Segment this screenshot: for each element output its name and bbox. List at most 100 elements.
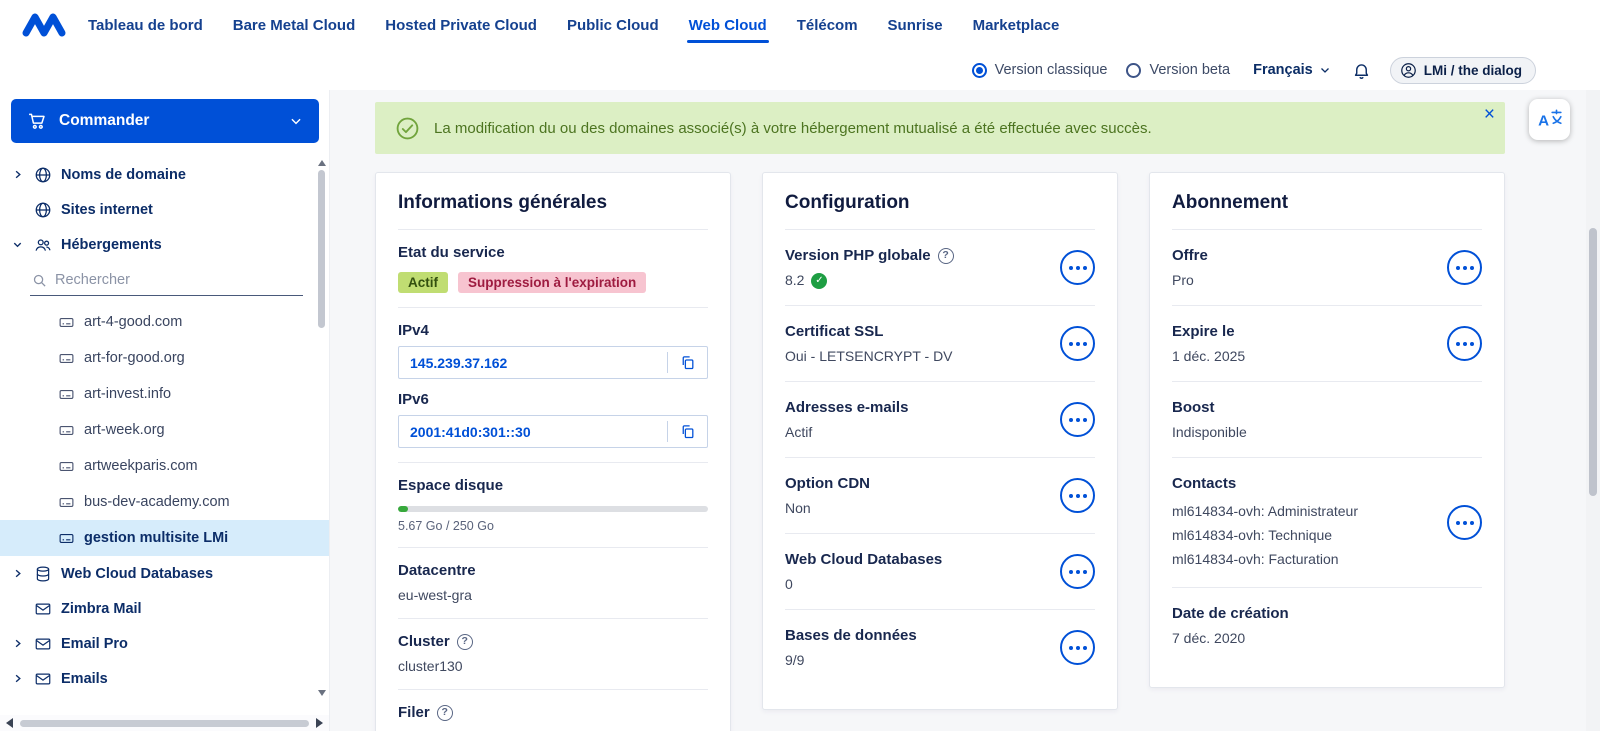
version-beta-radio[interactable]: Version beta: [1126, 62, 1230, 78]
card-title: Informations générales: [398, 173, 708, 230]
hosting-label: art-for-good.org: [84, 350, 185, 366]
nav-telecom[interactable]: Télécom: [797, 0, 858, 50]
server-icon: [58, 386, 75, 403]
sidebar-tree: Noms de domaine Sites internet Hébergeme…: [0, 157, 329, 696]
user-account-button[interactable]: LMi / the dialog: [1389, 56, 1536, 84]
help-icon[interactable]: ?: [937, 247, 954, 264]
sidebar-item-zimbra-mail[interactable]: Zimbra Mail: [0, 591, 329, 626]
search-input[interactable]: [55, 272, 265, 288]
offer-value: Pro: [1172, 272, 1194, 288]
nav-hosted-private-cloud[interactable]: Hosted Private Cloud: [385, 0, 537, 50]
scroll-right-arrow[interactable]: [316, 718, 323, 728]
datacentre-label: Datacentre: [398, 562, 476, 579]
page-scrollbar-thumb[interactable]: [1589, 228, 1597, 496]
help-icon[interactable]: ?: [456, 633, 473, 650]
hosting-item-art-for-good[interactable]: art-for-good.org: [0, 340, 329, 376]
contact-tech: ml614834-ovh: Technique: [1172, 527, 1333, 543]
webcloud-db-value: 0: [785, 576, 793, 592]
bell-icon: [1352, 61, 1371, 80]
ssl-value: Oui - LETSENCRYPT - DV: [785, 348, 953, 364]
sidebar-item-noms-de-domaine[interactable]: Noms de domaine: [0, 157, 329, 192]
offer-actions-menu-button[interactable]: [1447, 250, 1482, 285]
notifications-button[interactable]: [1352, 61, 1371, 80]
service-state-label: Etat du service: [398, 244, 505, 261]
copy-ipv4-button[interactable]: [667, 352, 696, 373]
sidebar-scroll-up-arrow[interactable]: [318, 160, 326, 166]
hosting-item-art-invest[interactable]: art-invest.info: [0, 376, 329, 412]
contacts-actions-menu-button[interactable]: [1447, 505, 1482, 540]
users-icon: [34, 236, 52, 254]
nav-tableau-de-bord[interactable]: Tableau de bord: [88, 0, 203, 50]
help-icon[interactable]: ?: [436, 704, 453, 721]
secondary-header: Version classique Version beta Français …: [0, 50, 1600, 90]
expiry-value: 1 déc. 2025: [1172, 348, 1246, 364]
version-classic-radio[interactable]: Version classique: [971, 62, 1108, 78]
card-title: Configuration: [785, 173, 1095, 230]
sidebar-item-sites-internet[interactable]: Sites internet: [0, 192, 329, 227]
banner-close-button[interactable]: ×: [1484, 104, 1495, 126]
emails-actions-menu-button[interactable]: [1060, 402, 1095, 437]
hosting-search: [30, 268, 303, 296]
ovh-logo[interactable]: [0, 11, 88, 39]
scroll-left-arrow[interactable]: [6, 718, 13, 728]
language-selector[interactable]: Français: [1253, 62, 1331, 78]
sidebar-item-label: Zimbra Mail: [61, 600, 142, 617]
server-icon: [58, 422, 75, 439]
disk-usage-bar: [398, 506, 708, 512]
hosting-item-artweekparis[interactable]: artweekparis.com: [0, 448, 329, 484]
php-version-value: 8.2: [785, 272, 805, 288]
cart-icon: [27, 111, 47, 131]
webcloud-db-label: Web Cloud Databases: [785, 551, 943, 568]
search-icon: [32, 273, 47, 288]
sidebar-horizontal-scrollbar: [0, 715, 329, 731]
radio-unselected-icon: [1126, 62, 1142, 78]
translate-button[interactable]: A: [1529, 99, 1570, 140]
cluster-section: Cluster ? cluster130: [398, 619, 708, 690]
cdn-actions-menu-button[interactable]: [1060, 478, 1095, 513]
success-banner: La modification du ou des domaines assoc…: [375, 102, 1505, 154]
top-navigation: Tableau de bord Bare Metal Cloud Hosted …: [0, 0, 1600, 50]
php-actions-menu-button[interactable]: [1060, 250, 1095, 285]
server-icon: [58, 458, 75, 475]
datacentre-section: Datacentre eu-west-gra: [398, 548, 708, 619]
ipv4-label: IPv4: [398, 322, 429, 339]
sidebar-item-web-cloud-databases[interactable]: Web Cloud Databases: [0, 556, 329, 591]
subscription-row-creation: Date de création 7 déc. 2020: [1172, 588, 1482, 663]
filer-label: Filer: [398, 704, 430, 721]
contact-admin: ml614834-ovh: Administrateur: [1172, 503, 1358, 519]
sidebar-vertical-scrollbar[interactable]: [318, 170, 325, 328]
banner-message: La modification du ou des domaines assoc…: [434, 119, 1152, 137]
sidebar-scroll-down-arrow[interactable]: [318, 690, 326, 696]
ipv4-field: 145.239.37.162: [398, 346, 708, 379]
chevron-right-icon: [10, 673, 25, 684]
hosting-item-art-4-good[interactable]: art-4-good.com: [0, 304, 329, 340]
hosting-item-art-week[interactable]: art-week.org: [0, 412, 329, 448]
ssl-actions-menu-button[interactable]: [1060, 326, 1095, 361]
hosting-item-bus-dev-academy[interactable]: bus-dev-academy.com: [0, 484, 329, 520]
databases-value: 9/9: [785, 652, 805, 668]
expiry-actions-menu-button[interactable]: [1447, 326, 1482, 361]
config-row-ssl: Certificat SSL Oui - LETSENCRYPT - DV: [785, 306, 1095, 382]
config-row-webcloud-db: Web Cloud Databases 0: [785, 534, 1095, 610]
hosting-item-gestion-multisite-lmi[interactable]: gestion multisite LMi: [0, 520, 329, 556]
databases-actions-menu-button[interactable]: [1060, 630, 1095, 665]
sidebar-item-emails[interactable]: Emails: [0, 661, 329, 696]
order-button[interactable]: Commander: [11, 99, 319, 143]
sidebar-item-label: Sites internet: [61, 201, 153, 218]
horizontal-scroll-thumb[interactable]: [20, 719, 309, 727]
sidebar-item-hebergements[interactable]: Hébergements: [0, 227, 329, 262]
nav-sunrise[interactable]: Sunrise: [888, 0, 943, 50]
nav-public-cloud[interactable]: Public Cloud: [567, 0, 659, 50]
globe-icon: [34, 201, 52, 219]
nav-marketplace[interactable]: Marketplace: [973, 0, 1060, 50]
webcloud-db-actions-menu-button[interactable]: [1060, 554, 1095, 589]
user-label: LMi / the dialog: [1423, 62, 1522, 78]
subscription-row-expiry: Expire le 1 déc. 2025: [1172, 306, 1482, 382]
status-badge-deletion: Suppression à l'expiration: [458, 272, 647, 293]
nav-web-cloud[interactable]: Web Cloud: [686, 0, 769, 50]
sidebar-item-email-pro[interactable]: Email Pro: [0, 626, 329, 661]
copy-ipv6-button[interactable]: [667, 421, 696, 442]
subscription-row-contacts: Contacts ml614834-ovh: Administrateur ml…: [1172, 458, 1482, 588]
nav-bare-metal-cloud[interactable]: Bare Metal Cloud: [233, 0, 356, 50]
version-classic-label: Version classique: [994, 62, 1108, 78]
